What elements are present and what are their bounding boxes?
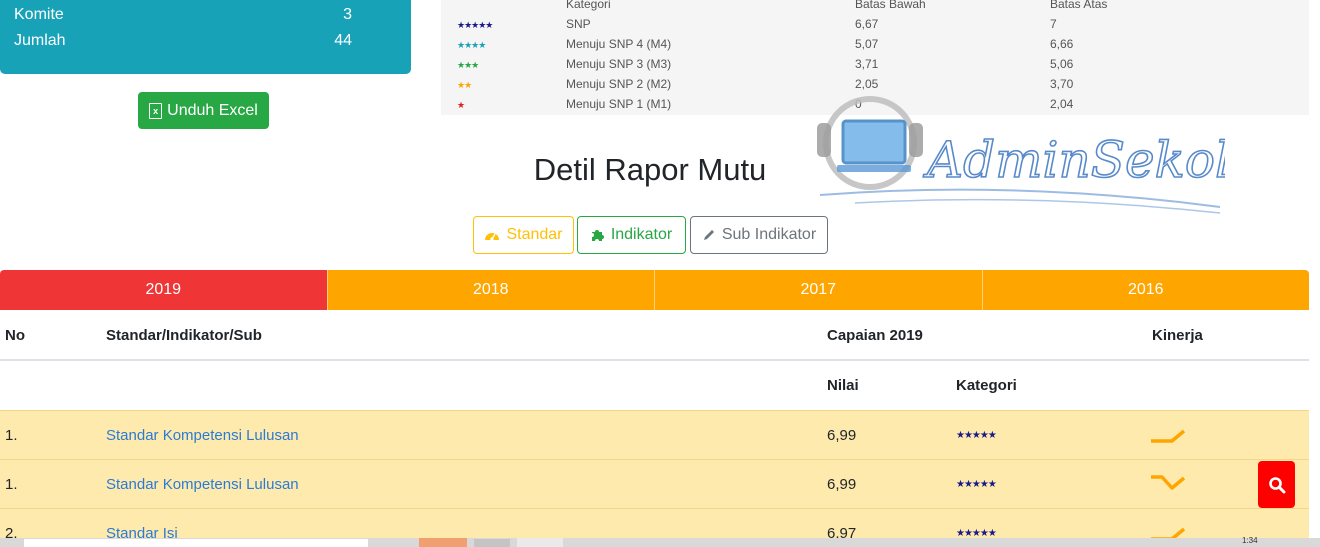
taskbar-search-box[interactable] [24, 539, 368, 547]
year-tab-2016[interactable]: 2016 [982, 270, 1309, 310]
summary-value: 3 [343, 6, 352, 23]
page-title: Detil Rapor Mutu [533, 152, 767, 187]
tab-indikator[interactable]: Indikator [577, 216, 686, 254]
legend-kategori: Menuju SNP 1 (M1) [566, 97, 672, 111]
legend-header-atas: Batas Atas [1050, 0, 1108, 11]
summary-label: Komite [14, 6, 64, 23]
legend-atas: 2,04 [1050, 97, 1074, 111]
row-nilai: 6,99 [827, 427, 857, 444]
taskbar-app-button[interactable] [517, 538, 563, 547]
star-rating-icon: ★★ [457, 80, 472, 90]
year-tab-2018[interactable]: 2018 [327, 270, 655, 310]
summary-row-komite: Komite 3 [14, 6, 352, 24]
legend-atas: 7 [1050, 17, 1057, 31]
taskbar-app-button[interactable] [474, 539, 510, 547]
legend-bawah: 3,71 [855, 57, 879, 71]
tab-standar[interactable]: Standar [473, 216, 574, 254]
row-nilai: 6,99 [827, 476, 857, 493]
row-standard-link[interactable]: Standar Kompetensi Lulusan [106, 427, 299, 444]
table-row: 1. Standar Kompetensi Lulusan 6,99 ★★★★★ [0, 459, 1309, 508]
header-nilai: Nilai [827, 377, 859, 394]
search-icon [1268, 476, 1285, 493]
star-rating-icon: ★★★★★ [457, 20, 493, 30]
header-capaian: Capaian 2019 [827, 327, 923, 344]
header-divider [0, 359, 1309, 361]
legend-kategori: Menuju SNP 4 (M4) [566, 37, 672, 51]
table-row: 1. Standar Kompetensi Lulusan 6,99 ★★★★★ [0, 410, 1309, 459]
legend-bawah: 5,07 [855, 37, 879, 51]
legend-row: ★★★ Menuju SNP 3 (M3) 3,71 5,06 [441, 57, 1309, 77]
taskbar-clock: 1:34 [1242, 536, 1258, 545]
trend-up-icon [1150, 423, 1186, 449]
year-tabs: 2019 2018 2017 2016 [0, 270, 1309, 310]
dashboard-gauge-icon [485, 233, 500, 241]
row-no: 1. [5, 427, 18, 444]
row-kategori-stars: ★★★★★ [956, 479, 997, 490]
summary-row-jumlah: Jumlah 44 [14, 32, 352, 50]
export-excel-button[interactable]: x Unduh Excel [138, 92, 269, 129]
legend-row: ★★★★ Menuju SNP 4 (M4) 5,07 6,66 [441, 37, 1309, 57]
legend-bawah: 2,05 [855, 77, 879, 91]
year-tab-2017[interactable]: 2017 [655, 270, 983, 310]
legend-header-bawah: Batas Bawah [855, 0, 926, 11]
file-excel-icon: x [149, 102, 163, 119]
tab-sub-indikator[interactable]: Sub Indikator [690, 216, 828, 254]
tab-standar-label: Standar [506, 226, 563, 243]
legend-kategori: Menuju SNP 2 (M2) [566, 77, 672, 91]
legend-kategori: Menuju SNP 3 (M3) [566, 57, 672, 71]
legend-kategori: SNP [566, 17, 591, 31]
trend-dip-icon [1150, 472, 1186, 498]
search-button[interactable] [1258, 461, 1295, 508]
legend-header-kategori: Kategori [566, 0, 611, 11]
taskbar-app-button[interactable] [419, 538, 467, 547]
row-kategori-stars: ★★★★★ [956, 430, 997, 441]
legend-row: ★★ Menuju SNP 2 (M2) 2,05 3,70 [441, 77, 1309, 97]
star-rating-icon: ★★★★ [457, 40, 486, 50]
legend-atas: 5,06 [1050, 57, 1074, 71]
category-legend-table: Kategori Batas Bawah Batas Atas ★★★★★ SN… [441, 0, 1309, 115]
legend-bawah: 6,67 [855, 17, 879, 31]
tab-sub-indikator-label: Sub Indikator [721, 226, 817, 243]
row-standard-link[interactable]: Standar Kompetensi Lulusan [106, 476, 299, 493]
export-excel-label: Unduh Excel [167, 101, 258, 119]
summary-card: Komite 3 Jumlah 44 [0, 0, 411, 74]
legend-row: ★★★★★ SNP 6,67 7 [441, 17, 1309, 37]
legend-row: ★ Menuju SNP 1 (M1) 0 2,04 [441, 97, 1309, 117]
pencil-icon [703, 230, 714, 240]
header-name: Standar/Indikator/Sub [106, 327, 262, 344]
star-rating-icon: ★ [457, 100, 465, 110]
row-no: 1. [5, 476, 18, 493]
legend-header-row: Kategori Batas Bawah Batas Atas [441, 0, 1309, 17]
legend-atas: 3,70 [1050, 77, 1074, 91]
tab-indikator-label: Indikator [610, 226, 673, 243]
year-tab-2019[interactable]: 2019 [0, 270, 328, 310]
legend-atas: 6,66 [1050, 37, 1074, 51]
star-rating-icon: ★★★ [457, 60, 479, 70]
summary-value: 44 [334, 32, 352, 49]
os-taskbar: 1:34 [0, 536, 1320, 547]
header-no: No [5, 327, 25, 344]
puzzle-piece-icon [591, 230, 604, 241]
summary-label: Jumlah [14, 32, 66, 49]
header-kinerja: Kinerja [1152, 327, 1203, 344]
header-kategori: Kategori [956, 377, 1017, 394]
legend-bawah: 0 [855, 97, 862, 111]
